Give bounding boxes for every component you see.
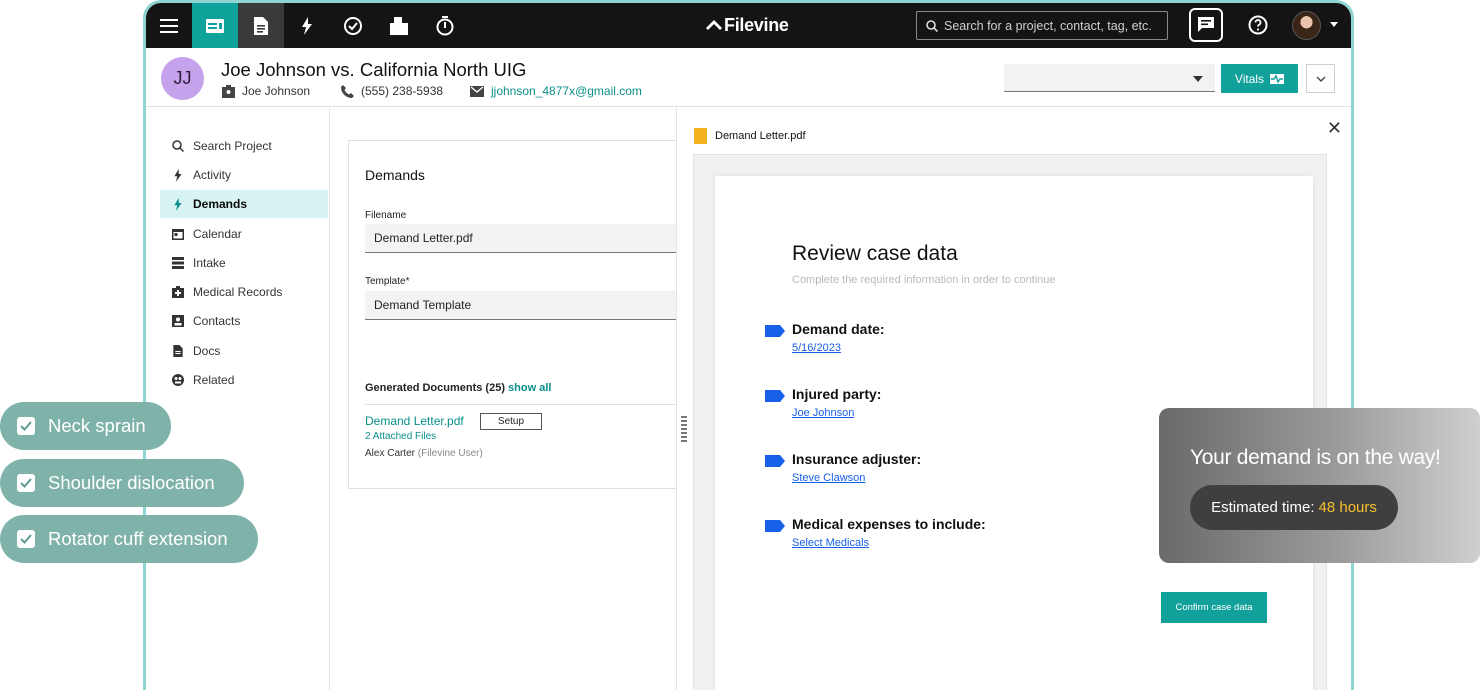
nav-projects-button[interactable] (192, 3, 238, 48)
project-sidebar: Search Project Activity Demands Calendar… (146, 108, 330, 690)
document-icon (254, 16, 268, 35)
demand-date-link[interactable]: 5/16/2023 (792, 342, 841, 354)
filevine-logo[interactable]: Filevine (706, 15, 789, 36)
generated-documents-heading: Generated Documents (25) show all (365, 382, 552, 394)
search-icon (926, 19, 938, 32)
user-avatar[interactable] (1292, 11, 1321, 40)
vitals-icon (1270, 73, 1285, 84)
logo-text: Filevine (724, 15, 789, 35)
filename-label: Filename (365, 210, 407, 221)
check-circle-icon (344, 16, 362, 35)
checkbox-checked-icon (17, 417, 35, 435)
medical-bag-icon (172, 286, 184, 298)
phone-icon (341, 84, 354, 98)
menu-button[interactable] (146, 3, 192, 48)
insurance-adjuster-link[interactable]: Steve Clawson (792, 472, 865, 484)
tag-icon (765, 455, 785, 467)
contact-icon (172, 315, 184, 327)
project-title: Joe Johnson vs. California North UIG (221, 59, 527, 80)
sidebar-item-contacts[interactable]: Contacts (160, 307, 328, 335)
project-phase-dropdown[interactable] (1004, 64, 1215, 92)
chevron-down-icon (1193, 76, 1203, 82)
close-icon[interactable]: ✕ (1327, 118, 1342, 139)
top-nav: Filevine Search for a project, contact, … (146, 3, 1351, 48)
vitals-button[interactable]: Vitals (1221, 64, 1298, 93)
stopwatch-icon (436, 15, 454, 35)
sidebar-item-intake[interactable]: Intake (160, 249, 328, 277)
filename-field[interactable]: Demand Letter.pdf (365, 224, 679, 253)
help-icon[interactable] (1248, 15, 1268, 35)
related-icon (172, 374, 184, 386)
dashboard-icon (206, 18, 224, 33)
confirm-case-data-button[interactable]: Confirm case data (1161, 592, 1267, 623)
toast-message: Your demand is on the way! (1190, 446, 1441, 469)
bolt-icon (302, 16, 312, 35)
tag-icon (765, 520, 785, 532)
checkbox-checked-icon (17, 474, 35, 492)
logo-mark-icon (706, 19, 722, 30)
calendar-icon (172, 228, 184, 240)
search-placeholder: Search for a project, contact, tag, etc. (944, 18, 1152, 33)
nav-tasks-button[interactable] (330, 3, 376, 48)
show-all-link[interactable]: show all (508, 382, 551, 394)
app-window: Filevine Search for a project, contact, … (143, 0, 1354, 690)
nav-docs-button[interactable] (238, 3, 284, 48)
sidebar-item-calendar[interactable]: Calendar (160, 220, 328, 248)
checkbox-checked-icon (17, 530, 35, 548)
setup-button[interactable]: Setup (480, 413, 542, 430)
divider (365, 404, 679, 405)
sidebar-item-search-project[interactable]: Search Project (160, 132, 328, 160)
bolt-icon (172, 197, 184, 211)
nav-files-button[interactable] (376, 3, 422, 48)
document-icon (172, 345, 184, 357)
preview-file-name: Demand Letter.pdf (694, 128, 806, 144)
project-header: JJ Joe Johnson vs. California North UIG … (146, 48, 1351, 107)
email-icon (470, 85, 484, 97)
template-select[interactable]: Demand Template (365, 291, 679, 320)
doc-author: Alex Carter (Filevine User) (365, 448, 483, 459)
injury-chip-neck-sprain[interactable]: Neck sprain (0, 402, 171, 450)
generated-doc-link[interactable]: Demand Letter.pdf (365, 414, 464, 428)
sidebar-item-related[interactable]: Related (160, 366, 328, 394)
client-phone: (555) 238-5938 (341, 84, 443, 98)
user-menu-caret-icon[interactable] (1330, 22, 1338, 27)
global-search-input[interactable]: Search for a project, contact, tag, etc. (916, 11, 1168, 40)
injury-chip-shoulder-dislocation[interactable]: Shoulder dislocation (0, 459, 244, 507)
document-preview-panel: Demand Letter.pdf ✕ Review case data Com… (676, 108, 1351, 690)
injured-party-link[interactable]: Joe Johnson (792, 407, 854, 419)
review-subtitle: Complete the required information in ord… (792, 274, 1056, 286)
demands-title: Demands (365, 167, 425, 183)
pdf-file-icon (694, 128, 707, 144)
messages-button[interactable] (1189, 8, 1223, 42)
client-name: Joe Johnson (222, 84, 310, 98)
list-icon (172, 257, 184, 269)
client-avatar: JJ (161, 57, 204, 100)
sidebar-item-activity[interactable]: Activity (160, 161, 328, 189)
review-title: Review case data (792, 242, 958, 265)
nav-timer-button[interactable] (422, 3, 468, 48)
sidebar-item-demands[interactable]: Demands (160, 190, 328, 218)
client-email[interactable]: jjohnson_4877x@gmail.com (470, 84, 642, 98)
search-icon (172, 140, 184, 152)
tag-icon (765, 325, 785, 337)
tag-icon (765, 390, 785, 402)
bolt-icon (172, 168, 184, 182)
sidebar-item-medical-records[interactable]: Medical Records (160, 278, 328, 306)
folders-icon (390, 16, 408, 35)
hamburger-icon (160, 18, 178, 33)
attached-files-link[interactable]: 2 Attached Files (365, 431, 436, 442)
nav-activity-button[interactable] (284, 3, 330, 48)
more-options-button[interactable] (1306, 64, 1335, 93)
resize-handle[interactable] (681, 416, 687, 444)
contact-card-icon (222, 84, 235, 98)
demands-panel: Demands Filename Demand Letter.pdf Templ… (348, 140, 679, 489)
template-label: Template* (365, 276, 410, 287)
chat-icon (1198, 17, 1214, 32)
demand-status-toast: Your demand is on the way! Estimated tim… (1159, 408, 1480, 563)
chevron-down-icon (1316, 76, 1325, 82)
injury-chip-rotator-cuff-extension[interactable]: Rotator cuff extension (0, 515, 258, 563)
sidebar-item-docs[interactable]: Docs (160, 337, 328, 365)
select-medicals-link[interactable]: Select Medicals (792, 537, 869, 549)
estimate-pill: Estimated time: 48 hours (1190, 485, 1398, 530)
